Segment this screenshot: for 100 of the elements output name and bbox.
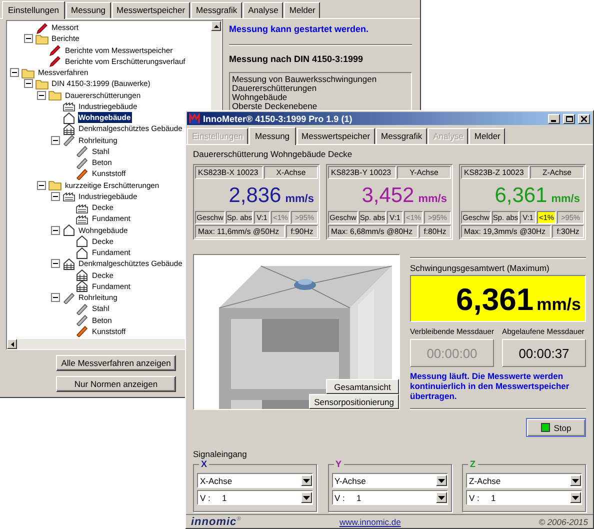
- tab[interactable]: Messgrafik: [376, 128, 428, 144]
- velocity-value: 3,452: [362, 184, 414, 208]
- dropdown[interactable]: V : 1: [466, 490, 582, 505]
- total-value: 6,361: [456, 282, 534, 318]
- pencil-icon: [48, 44, 62, 56]
- dropdown[interactable]: V : 1: [197, 490, 313, 505]
- up-arrow-icon: [214, 24, 218, 28]
- filter-button[interactable]: Alle Messverfahren anzeigen: [56, 355, 176, 371]
- scroll-up-button[interactable]: [211, 21, 221, 31]
- down-arrow-icon: [438, 478, 444, 482]
- method-heading: Messung nach DIN 4150-3:1999: [229, 54, 364, 64]
- tab[interactable]: Analyse: [243, 2, 284, 18]
- description-line: Dauererschütterungen: [232, 84, 317, 93]
- led-icon: [540, 423, 550, 432]
- expander-icon[interactable]: [37, 90, 46, 100]
- group-label: X: [200, 460, 208, 469]
- factory-icon: [62, 100, 76, 112]
- view-button[interactable]: Gesamtansicht: [326, 379, 399, 394]
- close-icon: [581, 116, 587, 122]
- maximize-icon: [566, 116, 572, 122]
- factory-icon: [75, 212, 89, 225]
- timer-display: 00:00:37: [502, 339, 586, 367]
- tab[interactable]: Messung: [66, 2, 111, 18]
- description-line: Messung von Bauwerksschwingungen: [232, 75, 378, 84]
- left-arrow-icon: [10, 342, 14, 346]
- expander-icon[interactable]: [50, 192, 60, 201]
- section-label: Signaleingang: [193, 449, 248, 459]
- factory-icon: [62, 190, 76, 202]
- stop-button[interactable]: Stop: [526, 418, 586, 437]
- folder-icon: [34, 78, 48, 90]
- house-icon: [75, 235, 89, 248]
- status-message: Messung läuft. Die Messwerte werden kontinuierlich in den Messwertspeicher übertragen.: [410, 371, 570, 401]
- tab[interactable]: Melder: [469, 128, 506, 144]
- velocity-value: 6,361: [494, 184, 548, 208]
- group-label: Z: [469, 460, 476, 469]
- minimize-button[interactable]: [548, 114, 560, 124]
- logo: innomic$^{®}$: [191, 516, 242, 528]
- dropdown[interactable]: Y-Achse: [332, 473, 448, 488]
- dropdown[interactable]: V : 1: [332, 490, 448, 505]
- status-message: Messung kann gestartet werden.: [229, 23, 370, 35]
- down-arrow-icon: [303, 496, 310, 500]
- tab[interactable]: Messwertspeicher: [296, 128, 376, 144]
- folder-icon: [21, 66, 35, 79]
- expander-icon[interactable]: [50, 226, 60, 235]
- pipe-icon: [62, 292, 76, 304]
- scroll-left-button[interactable]: [7, 339, 17, 349]
- tab[interactable]: Messgrafik: [191, 2, 242, 18]
- pipe-icon: [62, 134, 76, 146]
- factory-icon: [75, 202, 89, 214]
- tab[interactable]: Melder: [284, 2, 320, 18]
- expander-icon[interactable]: [50, 259, 60, 268]
- view-button[interactable]: Sensorpositionierung: [309, 394, 399, 409]
- dropdown[interactable]: Z-Achse: [466, 473, 582, 488]
- velocity-value: 2,836: [228, 184, 282, 208]
- description-line: Oberste Deckenebene: [232, 102, 318, 111]
- expander-icon[interactable]: [50, 136, 60, 145]
- expander-icon[interactable]: [10, 68, 19, 78]
- expander-icon[interactable]: [24, 34, 32, 44]
- down-arrow-icon: [572, 496, 579, 500]
- pipe-icon: [75, 314, 89, 326]
- filter-button[interactable]: Nur Normen anzeigen: [56, 376, 176, 392]
- down-arrow-icon: [572, 478, 579, 482]
- house-icon: [62, 224, 76, 236]
- tab[interactable]: Messwertspeicher: [112, 2, 190, 18]
- close-button[interactable]: [578, 114, 590, 124]
- measurement-title: Dauererschütterung Wohngebäude Decke: [193, 149, 354, 160]
- dropdown[interactable]: X-Achse: [197, 473, 313, 488]
- expander-icon[interactable]: [37, 180, 46, 190]
- unit-label: mm/s: [536, 295, 581, 315]
- tab[interactable]: Messung: [249, 127, 296, 145]
- folder-icon: [48, 89, 62, 102]
- pencil-icon: [48, 55, 62, 68]
- house-icon: [62, 122, 76, 135]
- unit-label: mm/s: [551, 193, 580, 205]
- description-line: Wohngebäude: [232, 93, 288, 102]
- website-link[interactable]: www.innomic.de: [339, 516, 401, 526]
- house-icon: [62, 258, 76, 270]
- pipe-icon: [75, 145, 89, 158]
- unit-label: mm/s: [285, 193, 314, 205]
- app-icon: [189, 113, 200, 124]
- house-icon: [75, 269, 89, 282]
- group-label: Y: [334, 460, 343, 469]
- total-label: Schwingungsgesamtwert (Maximum): [410, 263, 550, 273]
- maximize-button[interactable]: [563, 114, 575, 124]
- pencil-icon: [34, 22, 48, 34]
- expander-icon[interactable]: [24, 79, 32, 88]
- pipe-icon: [75, 302, 89, 315]
- folder-icon: [34, 32, 48, 45]
- tab[interactable]: Einstellungen: [2, 1, 66, 19]
- window-title: InnoMeter® 4150-3:1999 Pro 1.9 (1): [203, 114, 354, 124]
- timer-display: 00:00:00: [410, 339, 494, 367]
- house-icon: [62, 112, 76, 124]
- folder-icon: [48, 179, 62, 192]
- house-icon: [75, 246, 89, 259]
- copyright-label: © 2006-2015: [538, 516, 588, 526]
- down-arrow-icon: [438, 496, 444, 500]
- house-icon: [75, 280, 89, 292]
- pipe-icon: [75, 168, 89, 180]
- down-arrow-icon: [303, 478, 310, 482]
- expander-icon[interactable]: [50, 293, 60, 302]
